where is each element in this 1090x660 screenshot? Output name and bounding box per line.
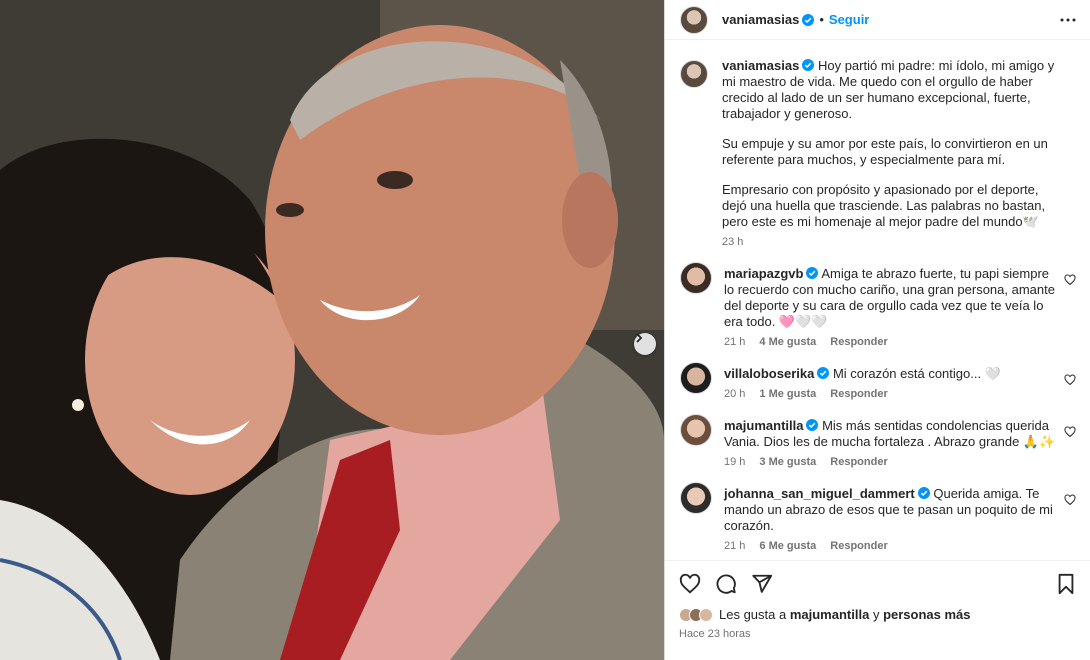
commenter-avatar[interactable]	[680, 262, 712, 294]
post-photo[interactable]	[0, 0, 664, 660]
commenter-username[interactable]: johanna_san_miguel_dammert	[724, 486, 915, 501]
commenter-username[interactable]: mariapazgvb	[724, 266, 803, 281]
like-comment-heart-icon[interactable]	[1064, 426, 1076, 441]
more-options-icon[interactable]	[1060, 12, 1076, 28]
like-comment-heart-icon[interactable]	[1064, 274, 1076, 289]
comment-time[interactable]: 21 h	[724, 540, 745, 552]
comment-item: majumantilla Mis más sentidas condolenci…	[680, 414, 1076, 468]
comment-item: mariapazgvb Amiga te abrazo fuerte, tu p…	[680, 262, 1076, 348]
comment-time[interactable]: 20 h	[724, 388, 745, 400]
caption-time[interactable]: 23 h	[722, 236, 743, 248]
reply-button[interactable]: Responder	[830, 540, 887, 552]
likes-summary: Les gusta a majumantilla y personas más	[679, 607, 1076, 622]
like-comment-heart-icon[interactable]	[1064, 374, 1076, 389]
comment-icon[interactable]	[715, 573, 737, 595]
post-actions: Les gusta a majumantilla y personas más …	[665, 560, 1090, 660]
like-comment-heart-icon[interactable]	[1064, 494, 1076, 509]
likes-user-link[interactable]: majumantilla	[790, 607, 869, 622]
reply-button[interactable]: Responder	[830, 336, 887, 348]
verified-badge-icon	[917, 487, 930, 499]
comment-item: villaloboserika Mi corazón está contigo.…	[680, 362, 1076, 400]
post-caption: vaniamasias Hoy partió mi padre: mi ídol…	[680, 58, 1076, 248]
verified-badge-icon	[817, 367, 830, 379]
comment-likes[interactable]: 6 Me gusta	[759, 540, 816, 552]
comment-text: Mi corazón está contigo... 🤍	[832, 366, 1001, 381]
carousel-next-button[interactable]	[634, 333, 656, 355]
comment-likes[interactable]: 3 Me gusta	[759, 456, 816, 468]
heart-icon[interactable]	[679, 573, 701, 595]
share-icon[interactable]	[751, 573, 773, 595]
comment-likes[interactable]: 4 Me gusta	[759, 336, 816, 348]
author-avatar[interactable]	[680, 5, 708, 34]
likes-conjunction: y	[872, 607, 880, 622]
comment-time[interactable]: 19 h	[724, 456, 745, 468]
comment-likes[interactable]: 1 Me gusta	[759, 388, 816, 400]
comments-scroll-area[interactable]: vaniamasias Hoy partió mi padre: mi ídol…	[665, 40, 1090, 560]
caption-text-3: Empresario con propósito y apasionado po…	[722, 182, 1046, 229]
comment-item: johanna_san_miguel_dammert Querida amiga…	[680, 482, 1076, 552]
reply-button[interactable]: Responder	[830, 388, 887, 400]
commenter-avatar[interactable]	[680, 482, 712, 514]
likes-others-link[interactable]: personas más	[883, 607, 970, 622]
caption-text-2: Su empuje y su amor por este país, lo co…	[722, 136, 1048, 167]
liker-avatar[interactable]	[699, 607, 713, 622]
commenter-avatar[interactable]	[680, 414, 712, 446]
caption-username[interactable]: vaniamasias	[722, 58, 799, 73]
verified-badge-icon	[802, 13, 815, 26]
verified-badge-icon	[806, 267, 819, 279]
verified-badge-icon	[806, 419, 819, 431]
bookmark-icon[interactable]	[1056, 573, 1076, 595]
post-header: vaniamasias • Seguir	[665, 0, 1090, 40]
follow-button[interactable]: Seguir	[829, 12, 869, 27]
photo-illustration	[0, 0, 664, 660]
verified-badge-icon	[802, 59, 815, 71]
reply-button[interactable]: Responder	[830, 456, 887, 468]
separator-dot: •	[819, 12, 824, 27]
commenter-username[interactable]: villaloboserika	[724, 366, 814, 381]
comment-time[interactable]: 21 h	[724, 336, 745, 348]
commenter-username[interactable]: majumantilla	[724, 418, 803, 433]
post-details-panel: vaniamasias • Seguir vaniamasias Hoy par…	[664, 0, 1090, 660]
author-username[interactable]: vaniamasias	[722, 12, 799, 27]
likes-prefix: Les gusta a	[719, 607, 787, 622]
commenter-avatar[interactable]	[680, 362, 712, 394]
posted-time[interactable]: Hace 23 horas	[679, 628, 1076, 640]
author-avatar[interactable]	[680, 60, 708, 88]
